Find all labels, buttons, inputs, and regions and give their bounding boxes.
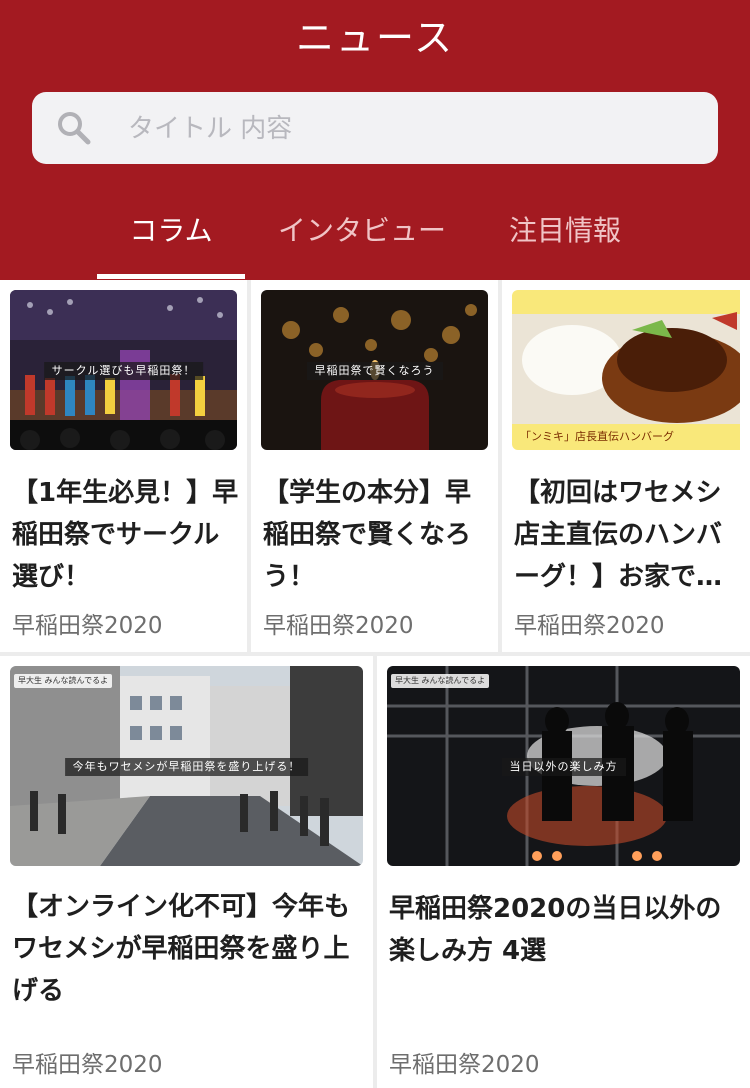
article-thumbnail: 早大生 みんな読んでるよ 当日以外の楽しみ方 [387,666,740,866]
article-tag: 早稲田祭2020 [514,613,665,639]
article-title: 早稲田祭2020の当日以外の楽しみ方 4選 [389,894,722,966]
article-title: 【学生の本分】早稲田祭で賢くなろう！ [263,478,472,592]
search-bar[interactable] [32,92,718,164]
article-tag: 早稲田祭2020 [263,613,414,639]
article-card[interactable]: サークル選びも早稲田祭！ 【1年生必見！】早稲田祭でサークル選び！ 早稲田祭20… [0,280,247,652]
tab-featured[interactable]: 注目情報 [490,206,640,256]
article-title: 【1年生必見！】早稲田祭でサークル選び！ [12,478,239,592]
article-card[interactable]: 早大生 みんな読んでるよ 当日以外の楽しみ方 早稲田祭2020の当日以外の楽しみ… [377,656,750,1088]
article-tag: 早稲田祭2020 [12,613,163,639]
tab-column[interactable]: コラム [97,206,245,256]
article-thumbnail: 「ンミキ」店長直伝ハンバーグ [512,290,740,450]
thumbnail-caption: 当日以外の楽しみ方 [501,758,626,776]
article-title: 【初回はワセメシ店主直伝のハンバーグ！】お家で… [514,478,723,592]
article-tag: 早稲田祭2020 [389,1052,540,1078]
thumbnail-badge: 早大生 みんな読んでるよ [14,674,113,688]
app-header: ニュース コラム インタビュー 注目情報 [0,0,750,280]
thumbnail-caption: 「ンミキ」店長直伝ハンバーグ [520,430,674,443]
article-thumbnail: サークル選びも早稲田祭！ [10,290,237,450]
article-thumbnail: 早稲田祭で賢くなろう [261,290,488,450]
article-card[interactable]: 早大生 みんな読んでるよ 今年もワセメシが早稲田祭を盛り上げる！ 【オンライン化… [0,656,373,1088]
hamburger-steak-image [512,290,740,450]
thumbnail-caption: 今年もワセメシが早稲田祭を盛り上げる！ [64,758,309,776]
article-thumbnail: 早大生 みんな読んでるよ 今年もワセメシが早稲田祭を盛り上げる！ [10,666,363,866]
article-tag: 早稲田祭2020 [12,1052,163,1078]
article-card[interactable]: 早稲田祭で賢くなろう 【学生の本分】早稲田祭で賢くなろう！ 早稲田祭2020 [251,280,498,652]
tab-interview[interactable]: インタビュー [262,206,462,256]
search-icon [58,112,91,145]
thumbnail-caption: サークル選びも早稲田祭！ [43,362,204,380]
article-title: 【オンライン化不可】今年もワセメシが早稲田祭を盛り上げる [12,892,351,1006]
tab-active-indicator [97,274,245,279]
thumbnail-badge: 早大生 みんな読んでるよ [391,674,490,688]
page-title: ニュース [295,16,455,60]
article-card[interactable]: 「ンミキ」店長直伝ハンバーグ 【初回はワセメシ店主直伝のハンバーグ！】お家で… … [502,280,750,652]
thumbnail-caption: 早稲田祭で賢くなろう [306,362,443,380]
search-input[interactable] [126,106,690,152]
